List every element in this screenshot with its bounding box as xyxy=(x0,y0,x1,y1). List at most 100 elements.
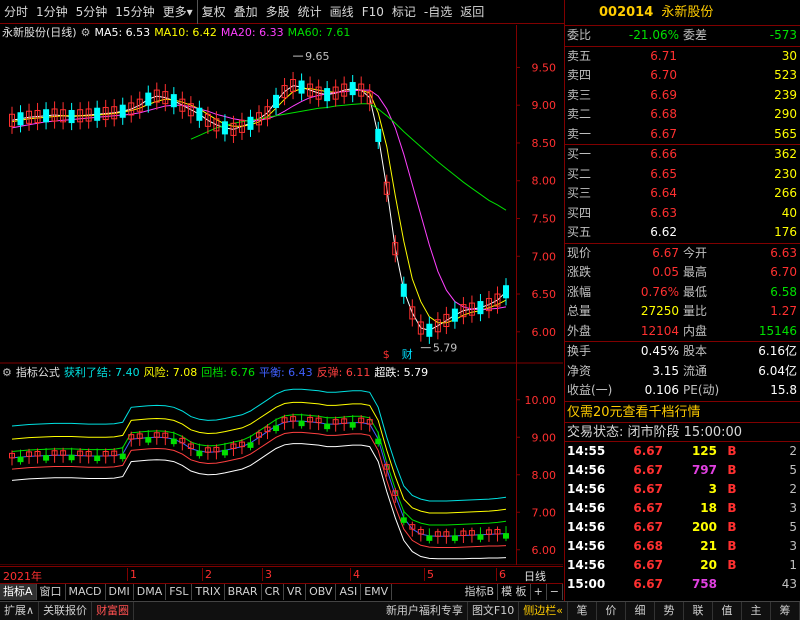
tick-count: 3 xyxy=(789,500,797,515)
main-price-label: 6.00 xyxy=(532,326,557,339)
indicator-tab-13[interactable]: 指标B xyxy=(462,584,499,600)
period-label[interactable]: 日线 xyxy=(524,568,546,584)
toolbar-item-3[interactable]: 15分钟 xyxy=(111,0,158,24)
candle-body xyxy=(221,121,228,135)
fund-label: 收益(一) xyxy=(567,383,613,397)
bottom-mid-tab-2[interactable]: 侧边栏« xyxy=(519,602,568,620)
indicator-tab-1[interactable]: 窗口 xyxy=(37,584,66,600)
side-tab-0[interactable]: 笔 xyxy=(568,602,597,620)
month-label-2: 2 xyxy=(202,568,212,581)
bottom-left-tab-1[interactable]: 关联报价 xyxy=(39,602,93,620)
toolbar-item-7[interactable]: 多股 xyxy=(262,0,294,24)
promo-banner[interactable]: 仅需20元查看千档行情 xyxy=(565,400,800,422)
tick-time: 14:56 xyxy=(567,519,606,534)
chart-canvas[interactable]: 9.50 9.00 8.50 8.00 7.50 7.00 6.50 6.00 9.65 5.79… xyxy=(0,25,563,565)
side-tab-3[interactable]: 势 xyxy=(655,602,684,620)
stat-label: 最高 xyxy=(683,265,708,279)
toolbar-item-10[interactable]: F10 xyxy=(358,0,388,24)
indicator-tab-5[interactable]: FSL xyxy=(166,584,193,600)
order-ratio-label: 委比 xyxy=(567,28,592,42)
indicator-tab-3[interactable]: DMI xyxy=(106,584,134,600)
side-tab-6[interactable]: 主 xyxy=(742,602,771,620)
month-label-6: 6 xyxy=(496,568,506,581)
main-price-label: 7.50 xyxy=(532,212,557,225)
toolbar-item-8[interactable]: 统计 xyxy=(294,0,326,24)
month-label-3: 3 xyxy=(262,568,272,581)
buy-volume: 230 xyxy=(774,166,797,181)
bottom-mid-tab-1[interactable]: 图文F10 xyxy=(468,602,520,620)
indicator-tab-4[interactable]: DMA xyxy=(134,584,167,600)
indicator-gear-icon[interactable]: ⚙ xyxy=(2,365,12,381)
stock-code: 002014 xyxy=(599,5,654,20)
tick-price: 6.67 xyxy=(633,519,663,534)
stat-value: 0.76% xyxy=(640,284,679,299)
side-tab-2[interactable]: 细 xyxy=(626,602,655,620)
stat-label: 涨跌 xyxy=(567,265,592,279)
toolbar-item-12[interactable]: -自选 xyxy=(420,0,456,24)
stat-row-0: 现价 6.67 今开 6.63 xyxy=(565,244,800,264)
bottom-left-tab-0[interactable]: 扩展∧ xyxy=(0,602,40,620)
tick-direction: B xyxy=(727,519,737,534)
indicator-tab-16[interactable]: − xyxy=(547,584,563,600)
toolbar-item-5[interactable]: 复权 xyxy=(196,0,230,24)
tick-volume: 21 xyxy=(700,538,717,553)
main-price-label: 8.50 xyxy=(532,137,557,150)
bottom-left-tab-2[interactable]: 财富圈 xyxy=(92,602,135,620)
sell-label: 卖一 xyxy=(567,126,592,141)
indicator-tab-11[interactable]: ASI xyxy=(336,584,362,600)
indicator-tab-6[interactable]: TRIX xyxy=(192,584,225,600)
sell-orders: 卖五 6.71 30 卖四 6.70 523 卖三 6.69 239 卖二 6.68 290 卖一 6.6… xyxy=(565,45,800,145)
buy-price: 6.65 xyxy=(650,166,677,181)
candle-body xyxy=(503,285,509,299)
toolbar-item-9[interactable]: 画线 xyxy=(326,0,358,24)
indicator-tab-9[interactable]: VR xyxy=(284,584,307,600)
tick-direction: B xyxy=(727,557,737,572)
tick-list[interactable]: 14:55 6.67 125 B 2 14:56 6.67 797 B 5 14:56 6.67 3 B 2… xyxy=(565,442,800,594)
order-ratio-value: -21.06% xyxy=(628,28,679,42)
sell-volume: 30 xyxy=(781,48,797,63)
side-tab-4[interactable]: 联 xyxy=(684,602,713,620)
side-tab-5[interactable]: 值 xyxy=(713,602,742,620)
candle-body xyxy=(68,109,75,124)
indicator-name[interactable]: 指标公式 xyxy=(16,365,60,381)
indicator-tab-10[interactable]: OBV xyxy=(306,584,337,600)
pullback-legend: 回档: 6.76 xyxy=(201,366,255,379)
toolbar-item-6[interactable]: 叠加 xyxy=(230,0,262,24)
fund-label: 净资 xyxy=(567,363,592,378)
indicator-tab-2[interactable]: MACD xyxy=(66,584,106,600)
tick-time: 14:56 xyxy=(567,481,606,496)
toolbar-item-13[interactable]: 返回 xyxy=(456,0,488,24)
stat-value: 6.70 xyxy=(770,265,797,279)
toolbar-item-1[interactable]: 1分钟 xyxy=(32,0,72,24)
indicator-tab-0[interactable]: 指标A xyxy=(0,584,37,600)
toolbar-item-0[interactable]: 分时 xyxy=(0,0,32,24)
fund-label: 换手 xyxy=(567,344,592,358)
tick-count: 3 xyxy=(789,538,797,553)
sub-candle-body xyxy=(119,453,126,460)
candle-body xyxy=(94,107,101,121)
sub-candle-body xyxy=(503,533,509,539)
buy-label: 买一 xyxy=(567,147,592,161)
main-price-label: 6.50 xyxy=(532,288,557,301)
tick-row-7: 15:00 6.67 758 43 xyxy=(565,575,800,594)
stat-row-4: 外盘 12104 内盘 15146 xyxy=(565,322,800,342)
side-tab-1[interactable]: 价 xyxy=(597,602,626,620)
bottom-mid-tab-0[interactable]: 新用户福利专享 xyxy=(382,602,468,620)
toolbar-item-11[interactable]: 标记 xyxy=(388,0,420,24)
settings-gear-icon[interactable]: ⚙ xyxy=(81,25,91,41)
side-tab-7[interactable]: 筹 xyxy=(771,602,800,620)
indicator-tab-7[interactable]: BRAR xyxy=(225,584,262,600)
buy-label: 买三 xyxy=(567,186,592,200)
indicator-tab-8[interactable]: CR xyxy=(262,584,284,600)
indicator-tab-14[interactable]: 模 板 xyxy=(498,584,531,600)
sub-candle-body xyxy=(477,534,484,540)
toolbar-item-2[interactable]: 5分钟 xyxy=(72,0,112,24)
order-diff-label: 委差 xyxy=(683,28,708,42)
indicator-tab-12[interactable]: EMV xyxy=(361,584,393,600)
candle-body xyxy=(400,283,407,297)
indicator-tab-15[interactable]: + xyxy=(531,584,547,600)
stat-value: 1.27 xyxy=(770,304,797,318)
buy-volume: 40 xyxy=(781,205,797,220)
toolbar-item-4[interactable]: 更多▾ xyxy=(159,0,197,24)
kline-chart-area[interactable]: 9.50 9.00 8.50 8.00 7.50 7.00 6.50 6.00 9.65 5.79… xyxy=(0,25,563,565)
